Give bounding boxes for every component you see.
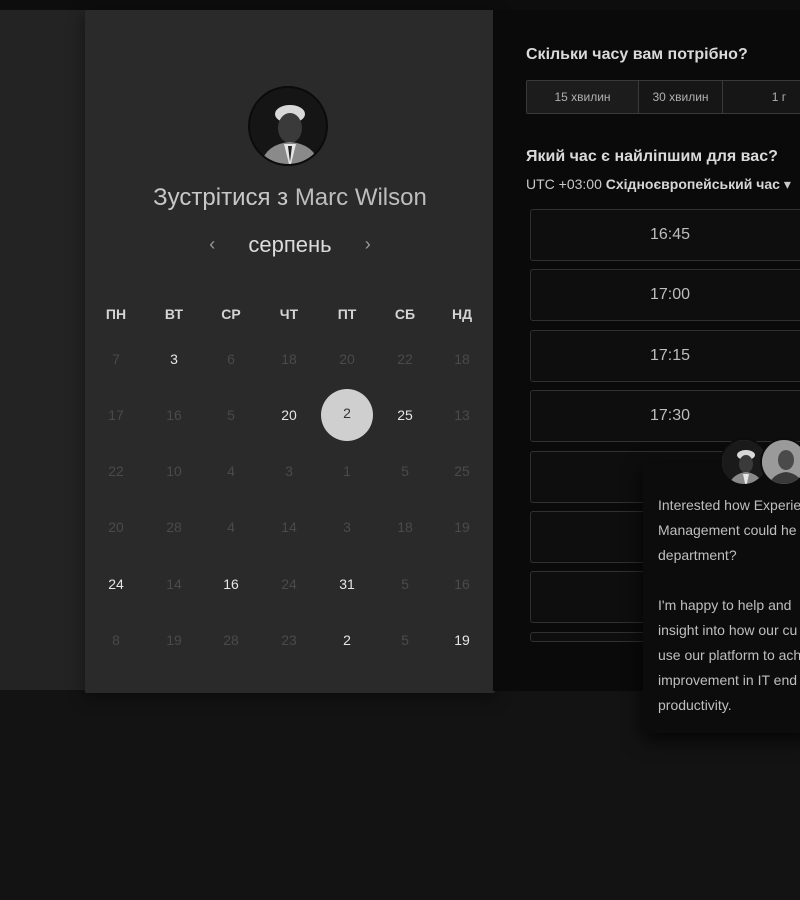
weekday-thu: ЧТ [279, 306, 299, 322]
timezone-selector[interactable]: UTC +03:00 Східноєвропейський час ▾ [526, 176, 791, 193]
calendar-day[interactable]: 2 [321, 614, 373, 666]
chat-line: use our platform to ach [658, 647, 800, 663]
weekday-fri: ПТ [337, 306, 357, 322]
calendar-day: 20 [108, 519, 124, 535]
weekday-wed: СР [221, 306, 241, 322]
calendar-day: 6 [227, 351, 235, 367]
chat-line: Management could he [658, 522, 797, 538]
agent-avatar[interactable] [760, 438, 800, 486]
month-label: серпень [248, 232, 332, 257]
chat-line: insight into how our cu [658, 622, 798, 638]
chat-line: Interested how Experie [658, 497, 800, 513]
host-name: Marc Wilson [294, 184, 427, 211]
calendar-day[interactable]: 25 [379, 389, 431, 441]
duration-question: Скільки часу вам потрібно? [526, 46, 748, 63]
calendar-day: 5 [227, 407, 235, 423]
calendar-day: 13 [454, 407, 470, 423]
calendar-day: 18 [397, 519, 413, 535]
weekday-sun: НД [451, 306, 473, 322]
timezone-name: Східноєвропейський час [605, 176, 780, 192]
calendar-day[interactable]: 19 [436, 614, 488, 666]
calendar-day: 25 [454, 463, 470, 479]
calendar-day: 4 [227, 463, 235, 479]
calendar-day[interactable]: 31 [321, 558, 373, 610]
calendar-day: 24 [281, 576, 297, 592]
duration-option-30[interactable]: 30 хвилин [639, 81, 723, 113]
chat-paragraph-1: Interested how Experie Management could … [658, 493, 800, 568]
calendar-day: 1 [343, 463, 351, 479]
calendar-day[interactable]: 20 [263, 389, 315, 441]
host-avatar [248, 86, 328, 166]
calendar-day: 28 [223, 632, 239, 648]
chat-line: I'm happy to help and [658, 597, 792, 613]
calendar-day: 5 [401, 463, 409, 479]
calendar-day: 18 [281, 351, 297, 367]
calendar-day: 5 [401, 576, 409, 592]
prev-month-button[interactable]: ‹ [202, 234, 222, 255]
top-bar [0, 0, 800, 10]
calendar-day: 22 [397, 351, 413, 367]
time-slot[interactable]: 16:45 [530, 209, 800, 261]
calendar-day: 18 [454, 351, 470, 367]
page-title: Зустрітися з Marc Wilson [85, 184, 495, 212]
weekday-mon: ПН [105, 306, 127, 322]
weekday-tue: ВТ [164, 306, 184, 322]
weekday-sat: СБ [394, 306, 416, 322]
calendar-day: 23 [281, 632, 297, 648]
calendar-card: Зустрітися з Marc Wilson ‹ серпень › ПН … [85, 10, 495, 693]
time-slot[interactable]: 17:30 [530, 390, 800, 442]
calendar-day: 16 [454, 576, 470, 592]
time-slot[interactable]: 17:15 [530, 330, 800, 382]
duration-option-60[interactable]: 1 г [723, 81, 800, 113]
chat-line: department? [658, 547, 737, 563]
calendar-day: 17 [108, 407, 124, 423]
chat-line: productivity. [658, 697, 732, 713]
chat-line: improvement in IT end [658, 672, 798, 688]
chat-message: Interested how Experie Management could … [658, 493, 800, 743]
calendar-day[interactable]: 24 [90, 558, 142, 610]
calendar-day: 20 [339, 351, 355, 367]
title-prefix: Зустрітися з [153, 184, 289, 211]
calendar-day: 19 [454, 519, 470, 535]
duration-option-15[interactable]: 15 хвилин [527, 81, 639, 113]
calendar-day[interactable]: 3 [148, 333, 200, 385]
chevron-down-icon: ▾ [783, 176, 791, 192]
calendar-day: 19 [166, 632, 182, 648]
calendar-day: 4 [227, 519, 235, 535]
next-month-button[interactable]: › [358, 234, 378, 255]
duration-selector: 15 хвилин 30 хвилин 1 г [526, 80, 800, 114]
calendar-day: 14 [166, 576, 182, 592]
calendar-day: 5 [401, 632, 409, 648]
selected-day[interactable]: 2 [321, 389, 373, 441]
time-slot[interactable]: 17:00 [530, 269, 800, 321]
calendar-day: 16 [166, 407, 182, 423]
chat-paragraph-2: I'm happy to help and insight into how o… [658, 593, 800, 718]
calendar-day[interactable]: 16 [205, 558, 257, 610]
chat-popup[interactable]: Interested how Experie Management could … [643, 463, 800, 733]
calendar-day: 8 [112, 632, 120, 648]
calendar-day: 22 [108, 463, 124, 479]
calendar-day: 10 [166, 463, 182, 479]
calendar-day: 3 [343, 519, 351, 535]
calendar-day: 3 [285, 463, 293, 479]
calendar-day: 14 [281, 519, 297, 535]
calendar-day: 28 [166, 519, 182, 535]
calendar-day: 7 [112, 351, 120, 367]
time-question: Який час є найліпшим для вас? [526, 148, 778, 165]
month-navigation: ‹ серпень › [85, 232, 495, 258]
timezone-offset: UTC +03:00 [526, 176, 602, 192]
